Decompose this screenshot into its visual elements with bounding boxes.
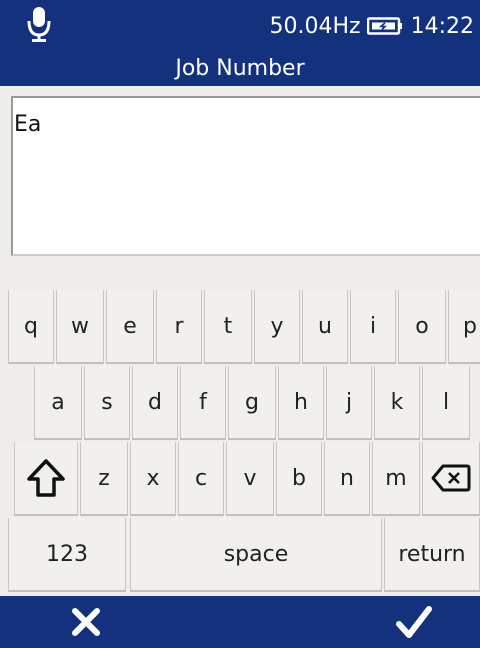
- key-x[interactable]: x: [130, 442, 176, 516]
- key-c[interactable]: c: [178, 442, 224, 516]
- key-p[interactable]: p: [448, 290, 480, 364]
- key-r[interactable]: r: [156, 290, 202, 364]
- key-u[interactable]: u: [302, 290, 348, 364]
- page-title: Job Number: [175, 56, 305, 81]
- key-f[interactable]: f: [180, 366, 226, 440]
- key-y[interactable]: y: [254, 290, 300, 364]
- shift-key[interactable]: [14, 442, 78, 516]
- key-q[interactable]: q: [8, 290, 54, 364]
- microphone-icon[interactable]: [26, 5, 52, 45]
- key-z[interactable]: z: [80, 442, 128, 516]
- key-k[interactable]: k: [374, 366, 420, 440]
- key-n[interactable]: n: [324, 442, 370, 516]
- key-s[interactable]: s: [84, 366, 130, 440]
- header-bar: 50.04Hz 14:22 Job Number: [0, 0, 480, 86]
- status-info: 50.04Hz 14:22: [270, 12, 474, 40]
- key-t[interactable]: t: [204, 290, 252, 364]
- return-key[interactable]: return: [384, 518, 480, 592]
- key-g[interactable]: g: [228, 366, 276, 440]
- clock-time: 14:22: [410, 13, 474, 39]
- key-w[interactable]: w: [56, 290, 104, 364]
- key-v[interactable]: v: [226, 442, 274, 516]
- shift-icon: [27, 459, 65, 497]
- key-m[interactable]: m: [372, 442, 420, 516]
- footer-bar: [0, 596, 480, 648]
- key-j[interactable]: j: [326, 366, 372, 440]
- key-b[interactable]: b: [276, 442, 322, 516]
- key-i[interactable]: i: [350, 290, 396, 364]
- key-a[interactable]: a: [34, 366, 82, 440]
- frequency-readout: 50.04Hz: [269, 13, 361, 39]
- key-e[interactable]: e: [106, 290, 154, 364]
- key-l[interactable]: l: [422, 366, 470, 440]
- checkmark-icon[interactable]: [394, 604, 434, 640]
- space-key[interactable]: space: [130, 518, 382, 592]
- key-h[interactable]: h: [278, 366, 324, 440]
- close-icon[interactable]: [66, 604, 106, 640]
- job-number-input[interactable]: [11, 96, 480, 256]
- backspace-key[interactable]: [422, 442, 480, 516]
- key-o[interactable]: o: [398, 290, 446, 364]
- job-number-value: Ea: [14, 112, 42, 137]
- on-screen-keyboard: q w e r t y u i o p a s d f g h j k l z …: [0, 290, 480, 596]
- key-d[interactable]: d: [132, 366, 178, 440]
- backspace-icon: [431, 464, 471, 492]
- numbers-key[interactable]: 123: [8, 518, 126, 592]
- battery-charging-icon: [366, 17, 402, 35]
